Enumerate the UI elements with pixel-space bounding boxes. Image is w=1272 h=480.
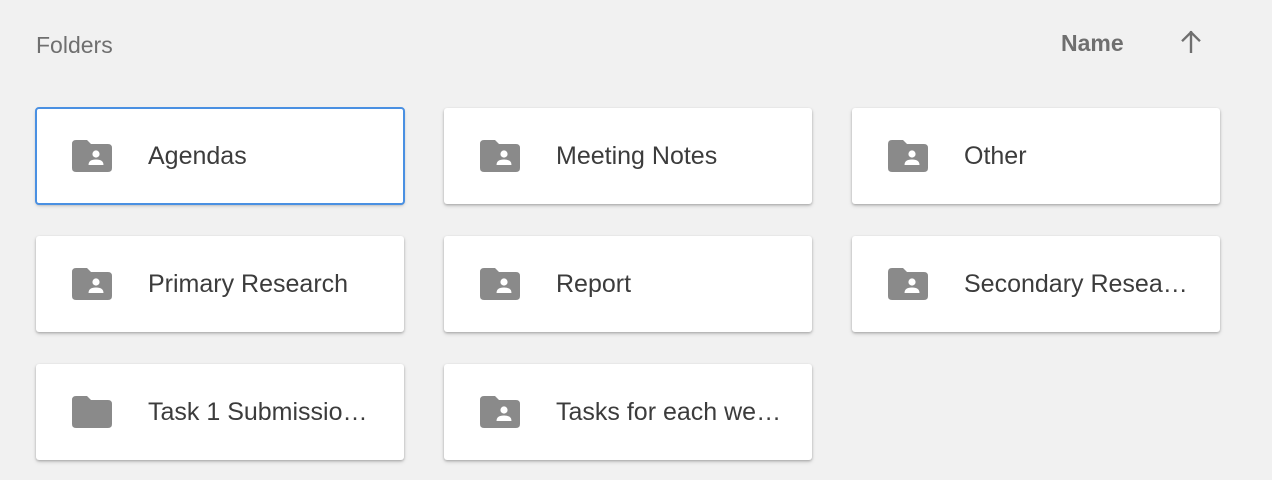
folder-card[interactable]: Tasks for each we… [444, 364, 812, 460]
shared-folder-icon [480, 268, 520, 300]
folder-name: Agendas [148, 142, 247, 170]
shared-folder-icon [888, 268, 928, 300]
folder-name: Primary Research [148, 270, 349, 298]
folder-card[interactable]: Report [444, 236, 812, 332]
folder-name: Meeting Notes [556, 142, 718, 170]
sort-by-name-button[interactable]: Name [1061, 30, 1124, 56]
folder-card[interactable]: Primary Research [36, 236, 404, 332]
shared-folder-icon [480, 140, 520, 172]
folder-card[interactable]: Agendas [35, 107, 405, 205]
folder-card[interactable]: Secondary Resear… [852, 236, 1220, 332]
folder-name: Secondary Resear… [964, 270, 1192, 298]
folder-name: Task 1 Submissio… [148, 398, 368, 426]
folder-card[interactable]: Meeting Notes [444, 108, 812, 204]
folder-card[interactable]: Task 1 Submissio… [36, 364, 404, 460]
folder-grid: Agendas Meeting Notes Other Primary Rese… [35, 107, 1220, 460]
shared-folder-icon [480, 396, 520, 428]
folder-name: Tasks for each we… [556, 398, 782, 426]
folder-name: Report [556, 270, 632, 298]
shared-folder-icon [888, 140, 928, 172]
shared-folder-icon [72, 268, 112, 300]
shared-folder-icon [72, 140, 112, 172]
folder-icon [72, 396, 112, 428]
section-title: Folders [36, 32, 113, 58]
folder-name: Other [964, 142, 1027, 170]
folder-card[interactable]: Other [852, 108, 1220, 204]
arrow-up-icon[interactable] [1178, 29, 1204, 55]
